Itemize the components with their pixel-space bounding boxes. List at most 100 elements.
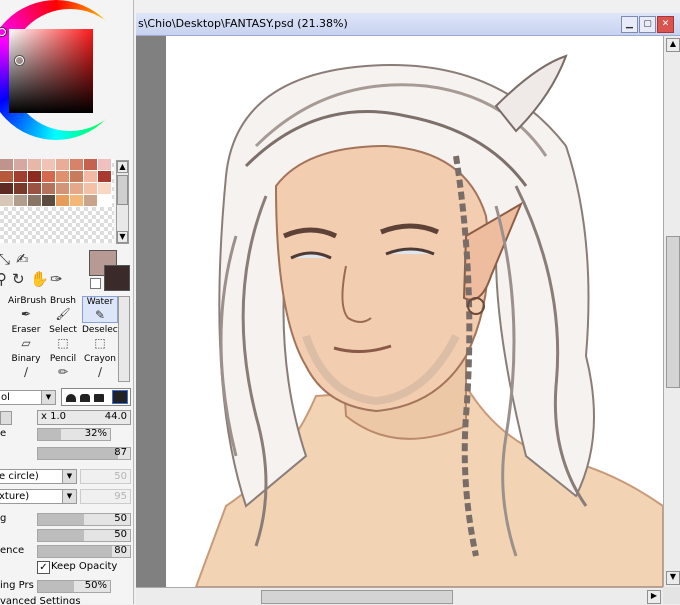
color-swatch[interactable] — [28, 171, 42, 183]
blend-mode-value: ol — [1, 392, 10, 403]
size-toggle[interactable] — [0, 411, 12, 425]
size-multiplier[interactable]: x 1.0 — [41, 411, 66, 422]
min-size-slider[interactable]: 87 — [37, 447, 131, 460]
background-color[interactable] — [104, 265, 130, 291]
hand-icon[interactable]: ✋ — [30, 270, 49, 288]
canvas-paper[interactable] — [166, 36, 663, 587]
blend-mode-dropdown[interactable]: ol ▼ — [0, 390, 56, 405]
magnifier-icon[interactable]: ⚲ — [0, 270, 7, 288]
color-swatch[interactable] — [98, 159, 112, 171]
color-swatch[interactable] — [0, 159, 14, 171]
brush-grid-scrollbar[interactable] — [118, 296, 130, 382]
color-swatch[interactable] — [56, 183, 70, 195]
brush-tool-brush[interactable]: Brush 🖌 — [45, 296, 81, 323]
advanced-settings-link[interactable]: vanced Settings — [0, 596, 81, 604]
color-swatch[interactable] — [56, 159, 70, 171]
color-swatch[interactable] — [56, 171, 70, 183]
blending-pressure-slider[interactable]: 50% — [37, 580, 111, 593]
scroll-right-arrow-icon[interactable]: ▶ — [647, 590, 661, 604]
persistence-slider[interactable]: 80 — [37, 545, 131, 558]
color-swatch[interactable] — [56, 195, 70, 207]
color-picker-cursor[interactable] — [15, 56, 24, 65]
canvas-horizontal-scrollbar[interactable]: ▶ — [136, 587, 663, 605]
maximize-button[interactable]: ▢ — [639, 16, 656, 33]
binary-brush-icon: ∕ — [23, 365, 29, 379]
texture-strength-field[interactable]: 95 — [80, 489, 131, 504]
dropdown-arrow-icon[interactable]: ▼ — [62, 470, 76, 483]
water-brush-icon: ✎ — [94, 308, 106, 322]
color-swatch[interactable] — [14, 195, 28, 207]
close-button[interactable]: ✕ — [657, 16, 674, 33]
vertical-scroll-thumb[interactable] — [666, 236, 680, 388]
color-swatch[interactable] — [14, 183, 28, 195]
brush-tool-binary[interactable]: Binary ∕ — [8, 354, 44, 381]
texture-dropdown[interactable]: xture) ▼ — [0, 489, 77, 504]
scroll-up-arrow-icon[interactable]: ▲ — [666, 38, 680, 52]
color-swatch[interactable] — [70, 183, 84, 195]
shape-strength-field[interactable]: 50 — [80, 469, 131, 484]
shape-preset-square-icon[interactable] — [112, 390, 128, 404]
min-size-fill — [38, 448, 119, 459]
brush-tool-pencil[interactable]: Pencil ✏ — [45, 354, 81, 381]
persistence-fill — [38, 546, 112, 557]
color-swatch[interactable] — [84, 183, 98, 195]
color-swatch[interactable] — [0, 195, 14, 207]
eyedropper-icon[interactable]: ✑ — [50, 270, 63, 288]
canvas-viewport[interactable] — [136, 36, 663, 587]
brush-shape-dropdown[interactable]: e circle) ▼ — [0, 469, 77, 484]
color-swatch[interactable] — [42, 171, 56, 183]
scroll-down-arrow-icon[interactable]: ▼ — [666, 571, 680, 585]
color-swatch[interactable] — [70, 159, 84, 171]
swatch-scrollbar[interactable]: ▲ ▼ — [116, 160, 129, 244]
color-swatch[interactable] — [28, 159, 42, 171]
color-swatch[interactable] — [14, 171, 28, 183]
color-swatch[interactable] — [28, 183, 42, 195]
brush-tool-crayon[interactable]: Crayon ∕ — [82, 354, 118, 381]
brush-select-icon[interactable]: ✍ — [16, 250, 29, 268]
min-size-value: 87 — [114, 447, 127, 458]
color-swatch[interactable] — [14, 159, 28, 171]
shape-preset-flat-icon[interactable] — [94, 394, 104, 402]
brush-tool-select[interactable]: Select ⬚ — [45, 325, 81, 352]
minimize-button[interactable]: ▁ — [621, 16, 638, 33]
size-slider[interactable]: x 1.0 44.0 — [37, 410, 131, 425]
swatch-scroll-thumb[interactable] — [117, 175, 128, 205]
brush-tool-eraser[interactable]: Eraser ▱ — [8, 325, 44, 352]
color-swatch[interactable] — [98, 183, 112, 195]
color-swatch[interactable] — [28, 195, 42, 207]
color-swatch[interactable] — [42, 195, 56, 207]
color-swatch[interactable] — [84, 171, 98, 183]
brush-tool-deselect[interactable]: Deselect ⬚ — [82, 325, 121, 352]
density-value: 32% — [84, 428, 107, 439]
zoom-icon[interactable]: ⤡ — [0, 250, 10, 268]
saturation-value-square[interactable] — [9, 29, 93, 113]
color-swatch[interactable] — [0, 183, 14, 195]
shape-preset-round-icon[interactable] — [66, 394, 76, 402]
keep-opacity-checkbox[interactable]: ✓ — [37, 561, 50, 574]
canvas-vertical-scrollbar[interactable]: ▲ ▼ — [663, 36, 680, 587]
dilution-slider[interactable]: 50 — [37, 529, 131, 542]
shape-preset-soft-icon[interactable] — [80, 394, 90, 402]
horizontal-scroll-thumb[interactable] — [261, 590, 453, 604]
canvas-titlebar[interactable]: s\Chio\Desktop\FANTASY.psd (21.38%) ▁ ▢ … — [136, 13, 680, 36]
color-swatch[interactable] — [42, 183, 56, 195]
color-swatch[interactable] — [0, 171, 14, 183]
transparent-color-toggle[interactable] — [90, 278, 101, 289]
dropdown-arrow-icon[interactable]: ▼ — [41, 391, 55, 404]
color-swatch[interactable] — [98, 195, 112, 207]
scroll-down-arrow-icon[interactable]: ▼ — [117, 231, 128, 243]
brush-tool-airbrush[interactable]: AirBrush ✒ — [8, 296, 46, 323]
blending-slider[interactable]: 50 — [37, 513, 131, 526]
color-swatch[interactable] — [84, 159, 98, 171]
brush-tool-water[interactable]: Water ✎ — [82, 296, 118, 323]
portrait-artwork — [194, 54, 663, 587]
density-slider[interactable]: 32% — [37, 428, 111, 441]
scroll-up-arrow-icon[interactable]: ▲ — [117, 161, 128, 173]
color-swatch[interactable] — [98, 171, 112, 183]
color-swatch[interactable] — [42, 159, 56, 171]
color-swatch[interactable] — [70, 171, 84, 183]
color-swatch[interactable] — [84, 195, 98, 207]
dropdown-arrow-icon[interactable]: ▼ — [62, 490, 76, 503]
rotate-icon[interactable]: ↻ — [12, 270, 25, 288]
color-swatch[interactable] — [70, 195, 84, 207]
